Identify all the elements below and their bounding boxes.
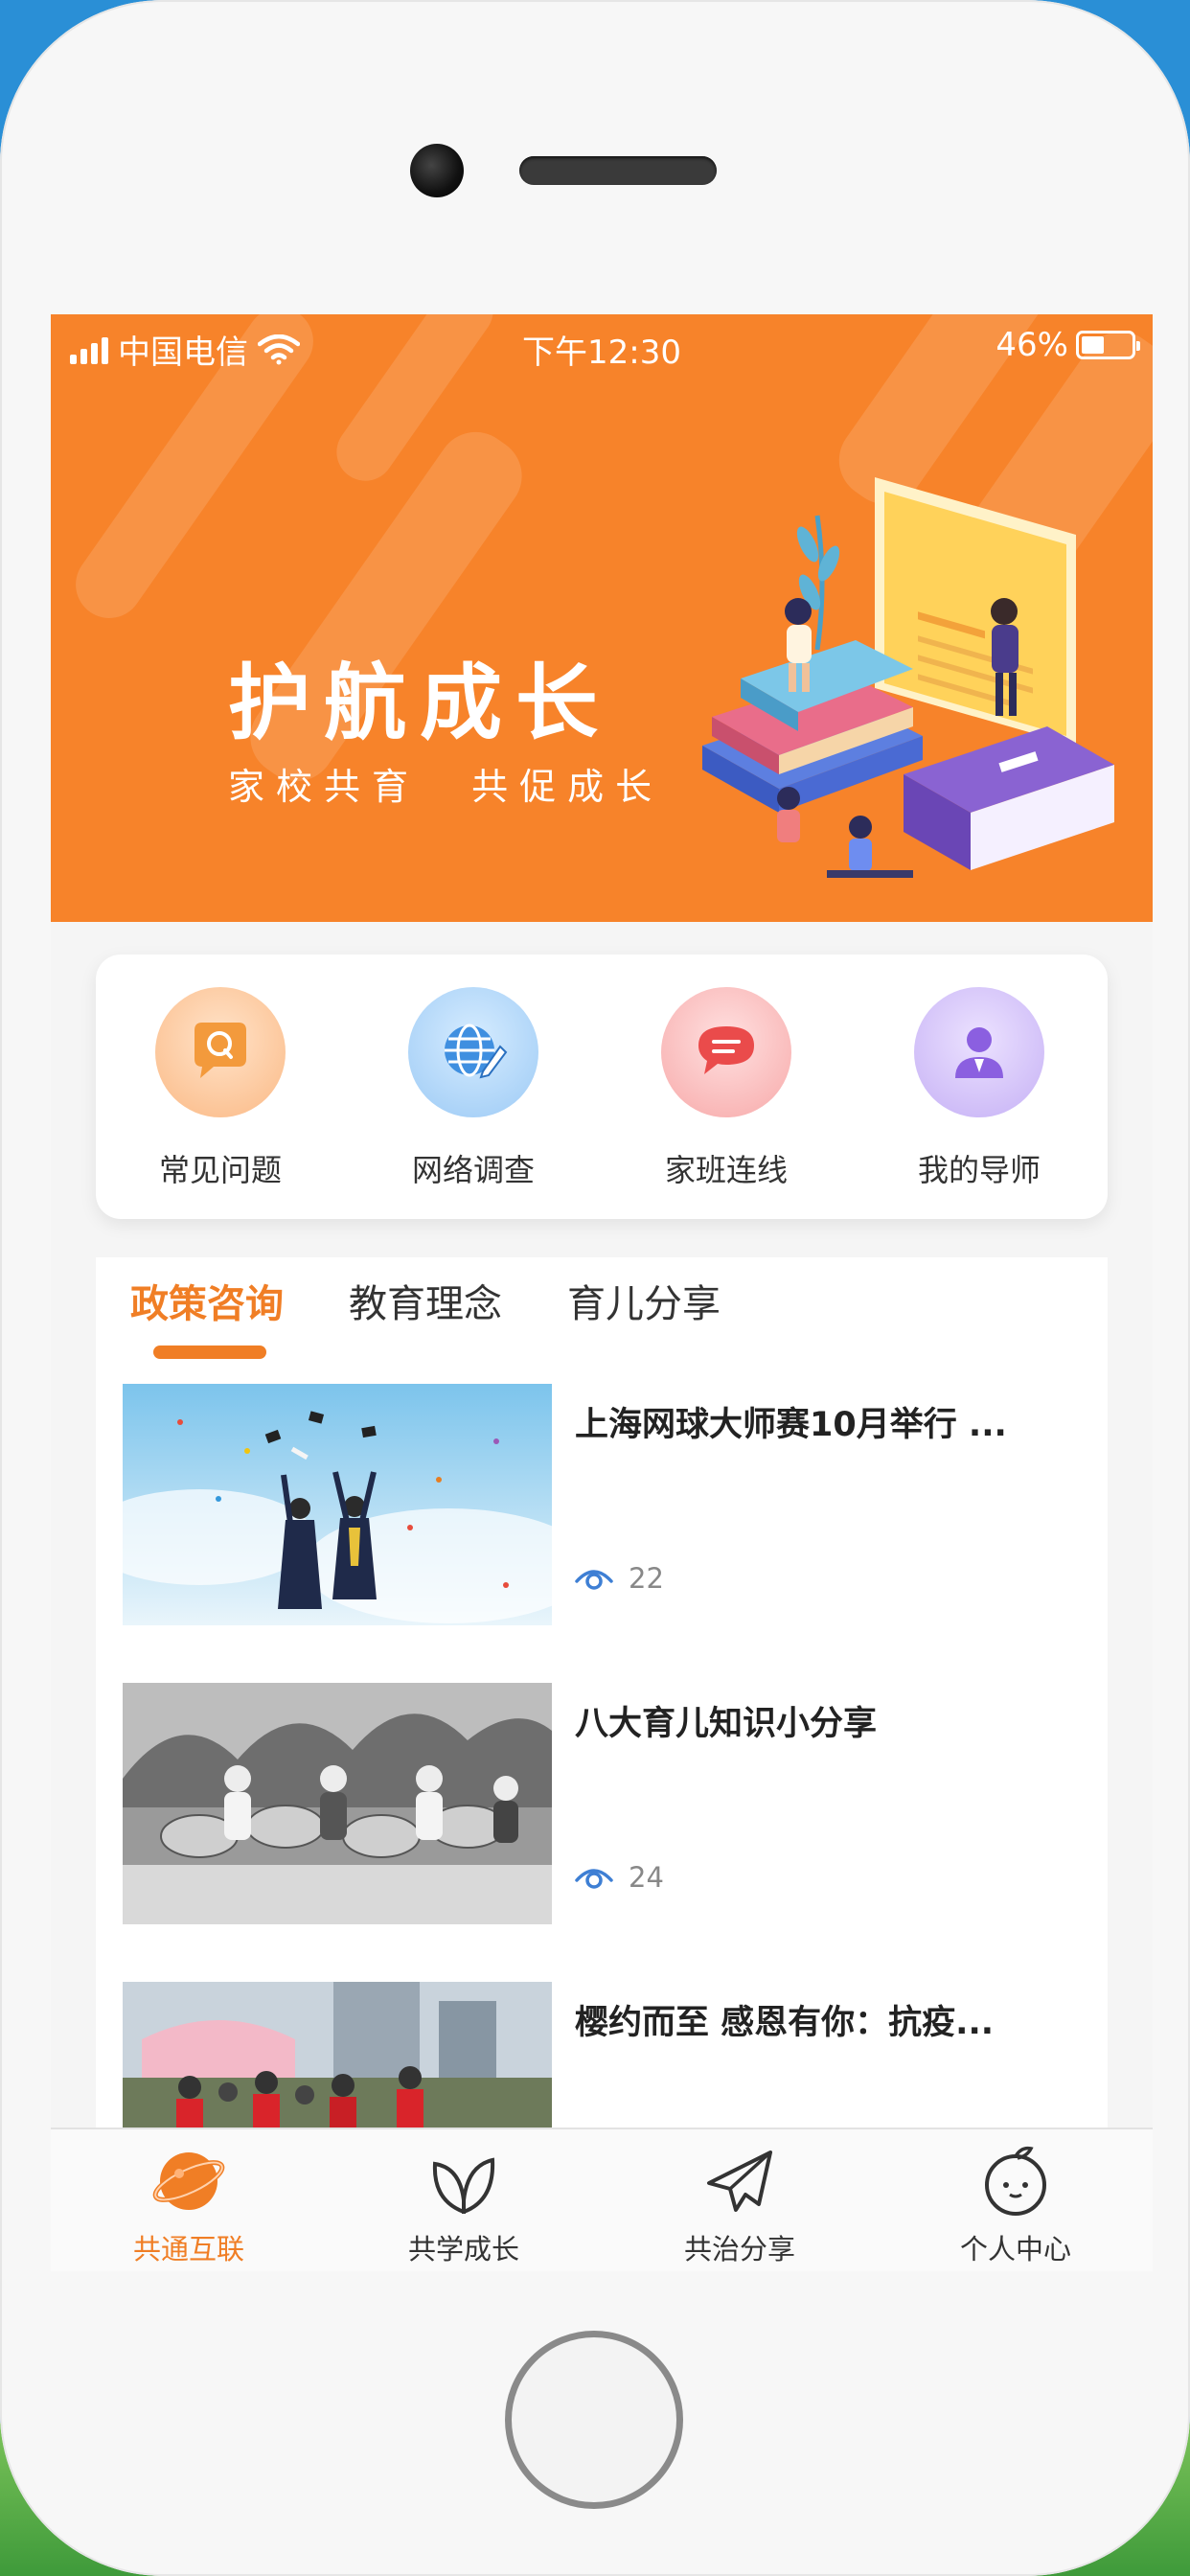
news-views: 24 <box>575 1861 664 1894</box>
quick-link-label: 家班连线 <box>664 1152 788 1188</box>
news-title: 上海网球大师赛10月举行 ... <box>575 1406 1007 1444</box>
question-chat-icon <box>155 987 286 1117</box>
message-bubble-icon <box>661 987 791 1117</box>
banner-subtitle: 家校共育 共促成长 <box>228 766 664 808</box>
paper-plane-icon <box>707 2150 772 2212</box>
news-views: 22 <box>575 1562 664 1595</box>
battery-percent: 46% <box>995 326 1068 364</box>
nav-item-learn[interactable]: 共学成长 <box>378 2143 550 2267</box>
news-title: 樱约而至 感恩有你：抗疫... <box>575 2004 995 2042</box>
bottom-navigation: 共通互联 共学成长 共治分享 个人中心 <box>51 2128 1153 2271</box>
news-item[interactable]: 上海网球大师赛10月举行 ... 22 <box>123 1384 1081 1625</box>
news-thumbnail <box>123 1384 552 1625</box>
tab-policy[interactable]: 政策咨询 <box>130 1273 284 1349</box>
globe-survey-icon <box>408 987 538 1117</box>
orange-face-icon <box>985 2146 1046 2216</box>
education-illustration <box>702 477 1114 878</box>
quick-link-label: 网络调查 <box>411 1152 535 1188</box>
front-camera <box>410 144 464 197</box>
nav-item-share[interactable]: 共治分享 <box>653 2143 826 2267</box>
status-bar: 中国电信 下午12:30 46% <box>51 314 1153 372</box>
nav-item-profile[interactable]: 个人中心 <box>929 2143 1102 2267</box>
tab-education-philosophy[interactable]: 教育理念 <box>349 1273 502 1349</box>
quick-link-survey[interactable]: 网络调查 <box>378 987 569 1190</box>
quick-links-card: 常见问题 网络调查 家班连线 我的导师 <box>96 954 1108 1219</box>
phone-frame: 中国电信 下午12:30 46% 护航成长 家校共育 共促成长 常见问题 网络调… <box>0 0 1190 2576</box>
view-count: 22 <box>629 1562 664 1595</box>
status-time: 下午12:30 <box>522 334 681 372</box>
view-count: 24 <box>629 1861 664 1894</box>
quick-link-label: 常见问题 <box>158 1152 282 1188</box>
battery-icon <box>1076 331 1140 359</box>
nav-label: 共通互联 <box>132 2233 244 2266</box>
earpiece-speaker <box>519 156 717 185</box>
banner-title: 护航成长 <box>228 656 611 751</box>
nav-label: 共学成长 <box>407 2233 519 2266</box>
planet-icon <box>152 2152 225 2210</box>
news-item[interactable]: 八大育儿知识小分享 24 <box>123 1683 1081 1924</box>
hero-banner[interactable]: 中国电信 下午12:30 46% 护航成长 家校共育 共促成长 <box>51 314 1153 922</box>
quick-link-parent-class[interactable]: 家班连线 <box>630 987 822 1190</box>
nav-label: 个人中心 <box>959 2233 1071 2266</box>
nav-item-interconnect[interactable]: 共通互联 <box>103 2143 275 2267</box>
news-title: 八大育儿知识小分享 <box>575 1705 878 1743</box>
app-screen: 中国电信 下午12:30 46% 护航成长 家校共育 共促成长 常见问题 网络调… <box>51 314 1153 2271</box>
quick-link-mentor[interactable]: 我的导师 <box>883 987 1075 1190</box>
quick-link-label: 我的导师 <box>917 1152 1041 1188</box>
news-panel: 政策咨询 教育理念 育儿分享 上海网球大师赛10月举行 ... 22 八大育儿知… <box>96 1257 1108 2271</box>
news-thumbnail <box>123 1683 552 1924</box>
tab-parenting-share[interactable]: 育儿分享 <box>567 1273 721 1349</box>
active-tab-indicator <box>153 1346 266 1359</box>
category-tabs: 政策咨询 教育理念 育儿分享 <box>130 1273 721 1349</box>
leaf-icon <box>432 2157 495 2214</box>
quick-link-faq[interactable]: 常见问题 <box>125 987 316 1190</box>
mentor-icon <box>914 987 1044 1117</box>
home-button[interactable] <box>505 2331 683 2509</box>
nav-label: 共治分享 <box>683 2233 795 2266</box>
eye-icon <box>575 1869 613 1889</box>
eye-icon <box>575 1570 613 1590</box>
